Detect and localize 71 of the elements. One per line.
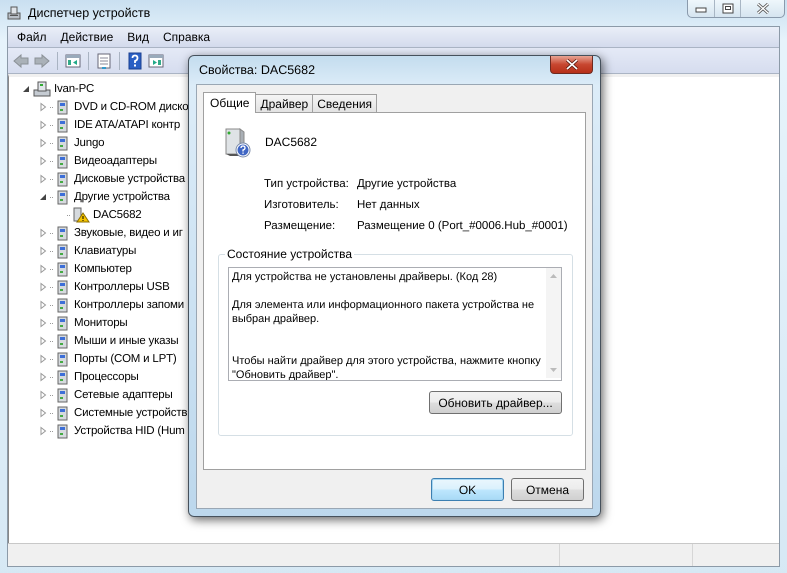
tree-item[interactable]: Клавиатуры (73, 244, 138, 258)
tree-item[interactable]: Звуковые, видео и иг (73, 226, 184, 240)
window-title: Диспетчер устройств (28, 6, 150, 20)
menu-item[interactable]: Справка (156, 28, 218, 46)
panel-icon[interactable] (147, 52, 165, 70)
collapse-arrow-icon[interactable] (21, 84, 31, 94)
property-value: Другие устройства (357, 178, 458, 190)
expand-arrow-icon[interactable] (38, 102, 48, 112)
minimize-icon (695, 4, 707, 12)
ok-button[interactable]: OK (431, 478, 504, 501)
property-value: Нет данных (357, 199, 421, 211)
property-label: Тип устройства: (264, 178, 350, 190)
back-arrow-icon[interactable] (12, 52, 30, 70)
panel-icon[interactable] (64, 52, 82, 70)
update-driver-button[interactable]: Обновить драйвер... (429, 391, 562, 414)
tree-item[interactable]: Видеоадаптеры (73, 154, 158, 168)
expand-arrow-icon[interactable] (38, 336, 48, 346)
close-button[interactable] (550, 56, 593, 74)
expand-arrow-icon[interactable] (38, 300, 48, 310)
menu-item[interactable]: Файл (10, 28, 54, 46)
tree-item[interactable]: Контроллеры USB (73, 280, 171, 294)
tree-item[interactable]: Порты (COM и LPT) (73, 352, 178, 366)
tab[interactable]: Общие (203, 92, 256, 113)
tree-item[interactable]: DAC5682 (92, 208, 142, 222)
tree-item[interactable]: DVD и CD-ROM диско (73, 100, 190, 114)
expand-arrow-icon[interactable] (38, 120, 48, 130)
close-icon (756, 3, 770, 14)
expand-arrow-icon[interactable] (38, 282, 48, 292)
property-label: Изготовитель: (264, 199, 340, 211)
group-title: Состояние устройства (225, 247, 354, 261)
tree-item[interactable]: Компьютер (73, 262, 133, 276)
expand-arrow-icon[interactable] (38, 246, 48, 256)
tree-item[interactable]: Сетевые адаптеры (73, 388, 174, 402)
expand-arrow-icon[interactable] (38, 156, 48, 166)
tree-item[interactable]: Другие устройства (73, 190, 171, 204)
tree-item[interactable]: Мониторы (73, 316, 128, 330)
cancel-button[interactable]: Отмена (511, 478, 584, 501)
expand-arrow-icon[interactable] (38, 390, 48, 400)
dialog-title: Свойства: DAC5682 (199, 63, 316, 77)
tab[interactable]: Сведения (312, 94, 378, 112)
tree-item[interactable]: IDE ATA/ATAPI контр (73, 118, 182, 132)
tree-item[interactable]: Дисковые устройства (73, 172, 186, 186)
device-name: DAC5682 (265, 135, 318, 149)
expand-arrow-icon[interactable] (38, 264, 48, 274)
tab[interactable]: Драйвер (255, 94, 314, 112)
collapse-arrow-icon[interactable] (38, 192, 48, 202)
expand-arrow-icon[interactable] (38, 354, 48, 364)
menu-item[interactable]: Вид (120, 28, 156, 46)
close-icon (564, 59, 578, 70)
tree-item[interactable]: Jungo (73, 136, 106, 150)
menu-item[interactable]: Действие (54, 28, 120, 46)
list-icon[interactable] (95, 52, 113, 70)
tree-item[interactable]: Контроллеры запоми (73, 298, 185, 312)
expand-arrow-icon[interactable] (38, 408, 48, 418)
property-label: Размещение: (264, 220, 336, 232)
property-value: Размещение 0 (Port_#0006.Hub_#0001) (357, 220, 569, 232)
help-icon[interactable] (126, 52, 144, 70)
expand-arrow-icon[interactable] (38, 318, 48, 328)
tree-item[interactable]: Системные устройств (73, 406, 188, 420)
expand-arrow-icon[interactable] (38, 426, 48, 436)
tree-item[interactable]: Процессоры (73, 370, 140, 384)
expand-arrow-icon[interactable] (38, 228, 48, 238)
tree-item[interactable]: Устройства HID (Hum (73, 424, 186, 438)
expand-arrow-icon[interactable] (38, 138, 48, 148)
expand-arrow-icon[interactable] (38, 372, 48, 382)
tree-item[interactable]: Мыши и иные указы (73, 334, 180, 348)
expand-arrow-icon[interactable] (38, 174, 48, 184)
computer-icon (6, 4, 22, 20)
tree-item[interactable]: Ivan-PC (53, 82, 96, 96)
forward-arrow-icon[interactable] (33, 52, 51, 70)
maximize-icon (722, 3, 734, 14)
